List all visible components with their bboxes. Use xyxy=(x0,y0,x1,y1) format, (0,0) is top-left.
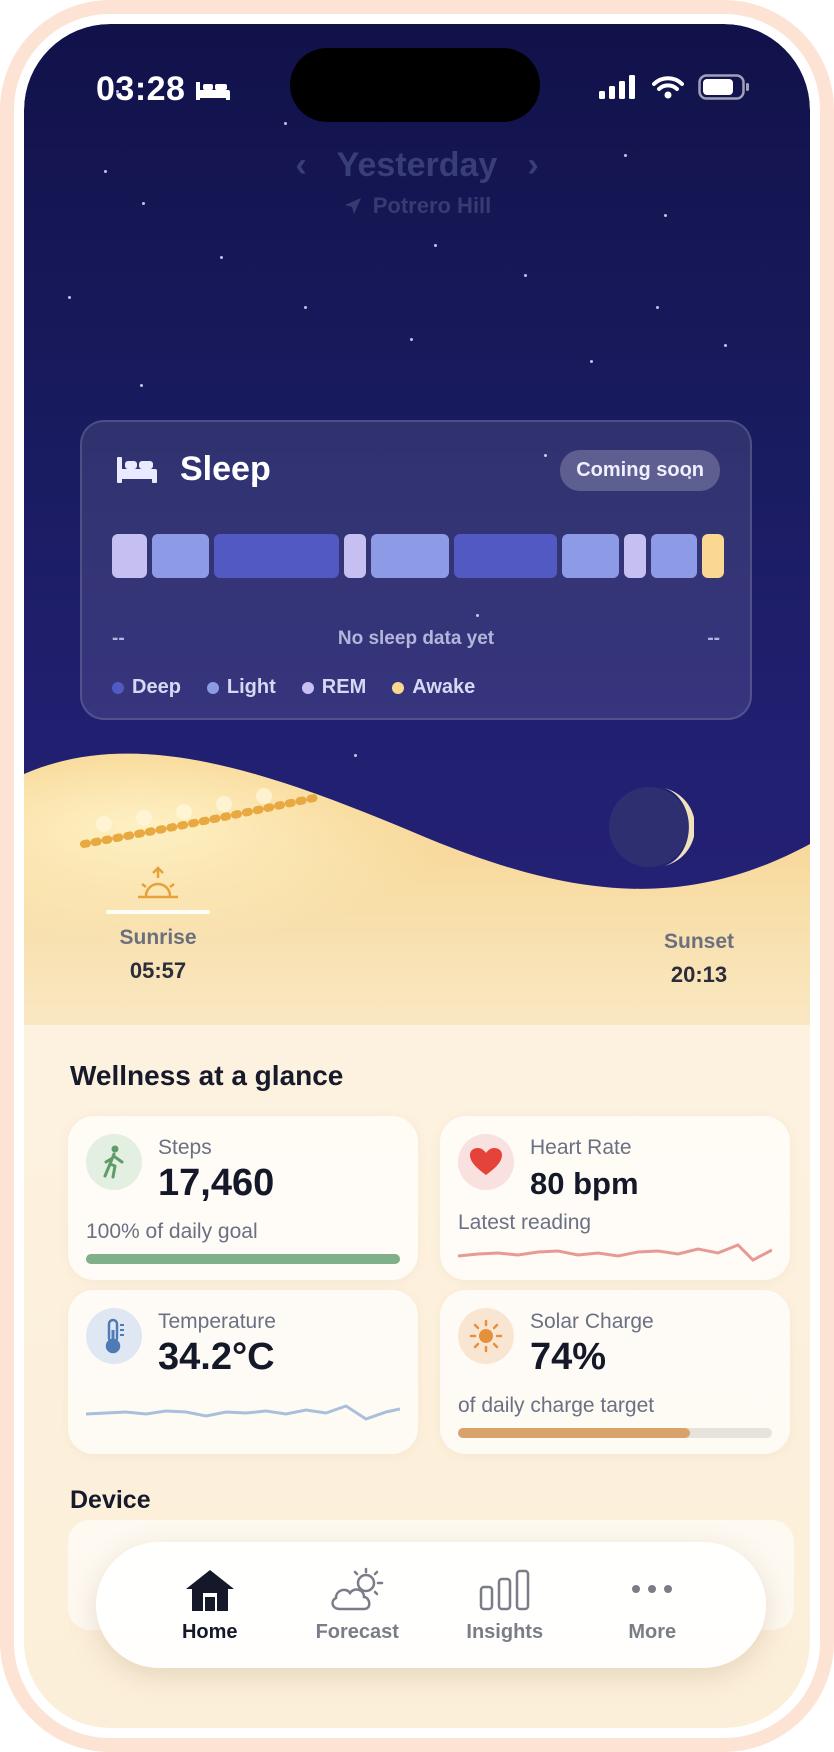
tab-home-label: Home xyxy=(181,1620,238,1643)
star xyxy=(68,296,71,299)
tab-forecast[interactable]: Forecast xyxy=(292,1567,422,1644)
bars-icon xyxy=(479,1569,529,1610)
walking-icon xyxy=(86,1134,142,1190)
bed-icon xyxy=(117,456,157,483)
bed-icon xyxy=(196,81,231,100)
sunrise-time: 05:57 xyxy=(129,958,187,983)
sunrise: Sunrise 05:57 xyxy=(102,864,214,984)
heart-rate-sub: Latest reading xyxy=(458,1211,592,1234)
solar-sub: of daily charge target xyxy=(458,1394,655,1417)
steps-value: 17,460 xyxy=(158,1162,275,1204)
heart-rate-sparkline xyxy=(458,1243,772,1262)
wellness-title: Wellness at a glance xyxy=(70,1060,344,1091)
sleep-stage-deep xyxy=(454,534,558,578)
dynamic-island xyxy=(290,48,540,122)
star xyxy=(220,256,223,259)
coming-soon-badge: Coming soon xyxy=(560,450,720,491)
temperature-label: Temperature xyxy=(158,1310,276,1333)
star xyxy=(524,274,527,277)
location-name: Potrero Hill xyxy=(372,193,492,218)
star xyxy=(434,244,437,247)
location-arrow-icon xyxy=(344,198,361,214)
status-icons xyxy=(598,74,750,100)
location[interactable]: Potrero Hill xyxy=(24,193,810,219)
tab-home[interactable]: Home xyxy=(145,1567,275,1644)
temperature-card[interactable]: Temperature 34.2°C xyxy=(68,1290,418,1454)
star xyxy=(656,306,659,309)
sunset: Sunset 20:13 xyxy=(644,930,754,988)
cloud-sun-icon xyxy=(331,1567,384,1610)
sunrise-icon xyxy=(138,866,178,899)
sleep-stage-bar xyxy=(112,534,724,578)
home-icon xyxy=(185,1569,234,1611)
tab-more[interactable]: More xyxy=(587,1567,717,1644)
tab-forecast-label: Forecast xyxy=(315,1620,399,1643)
next-day-button[interactable]: › xyxy=(527,146,538,185)
signal-icon xyxy=(599,75,635,99)
sleep-stage-light xyxy=(152,534,209,578)
more-icon xyxy=(632,1584,673,1593)
previous-day-button[interactable]: ‹ xyxy=(295,146,306,185)
sleep-start: -- xyxy=(112,628,125,649)
moon-icon xyxy=(609,787,694,867)
tab-bar: Home Forecast Insights More xyxy=(96,1542,766,1668)
screen: 03:28 ‹ Yesterday › Potrero Hill Sleep C… xyxy=(24,24,810,1728)
star xyxy=(140,384,143,387)
sleep-stage-rem xyxy=(343,534,366,578)
star xyxy=(304,306,307,309)
solar-label: Solar Charge xyxy=(530,1310,654,1333)
heart-rate-card[interactable]: Heart Rate 80 bpm Latest reading xyxy=(440,1116,790,1280)
star xyxy=(724,344,727,347)
solar-value: 74% xyxy=(530,1336,607,1378)
thermometer-icon xyxy=(86,1308,142,1364)
legend-deep: Deep xyxy=(112,676,181,699)
temperature-value: 34.2°C xyxy=(158,1336,275,1378)
sleep-stage-light xyxy=(562,534,620,578)
date-header: ‹ Yesterday › Potrero Hill xyxy=(24,146,810,219)
sleep-card[interactable]: Sleep Coming soon -- No sleep data yet -… xyxy=(80,420,752,720)
tab-insights-label: Insights xyxy=(466,1620,544,1643)
sleep-stage-rem xyxy=(112,534,148,578)
sleep-stage-rem xyxy=(624,534,647,578)
legend-rem: REM xyxy=(301,676,366,699)
sunset-time: 20:13 xyxy=(670,962,728,987)
sunset-label: Sunset xyxy=(663,930,734,953)
star xyxy=(410,338,413,341)
sleep-stage-awake xyxy=(702,534,724,578)
steps-goal-text: 100% of daily goal xyxy=(86,1220,258,1243)
sleep-stage-light xyxy=(651,534,698,578)
phone-frame: 03:28 ‹ Yesterday › Potrero Hill Sleep C… xyxy=(0,0,834,1752)
sleep-empty-message: No sleep data yet xyxy=(337,628,495,649)
legend-awake: Awake xyxy=(392,676,475,699)
solar-progress-bar xyxy=(458,1428,772,1438)
sleep-legend: Deep Light REM Awake xyxy=(112,676,475,699)
steps-progress-bar xyxy=(86,1254,400,1264)
date-title: Yesterday xyxy=(336,146,498,184)
wifi-icon xyxy=(652,76,684,99)
sunrise-arc xyxy=(80,788,318,848)
legend-light: Light xyxy=(206,676,276,699)
sun-icon xyxy=(458,1308,514,1364)
device-title: Device xyxy=(70,1486,151,1514)
star xyxy=(284,122,287,125)
steps-label: Steps xyxy=(158,1136,212,1159)
tab-insights[interactable]: Insights xyxy=(440,1567,570,1644)
temperature-sparkline xyxy=(86,1404,400,1421)
sleep-footer: -- No sleep data yet -- xyxy=(112,628,720,650)
battery-icon xyxy=(698,74,749,100)
status-time: 03:28 xyxy=(96,70,231,109)
heart-icon xyxy=(458,1134,514,1190)
steps-card[interactable]: Steps 17,460 100% of daily goal xyxy=(68,1116,418,1280)
sleep-end: -- xyxy=(707,628,720,649)
tab-more-label: More xyxy=(628,1620,677,1643)
heart-rate-value: 80 bpm xyxy=(530,1166,639,1201)
star xyxy=(590,360,593,363)
solar-charge-card[interactable]: Solar Charge 74% of daily charge target xyxy=(440,1290,790,1454)
sleep-title: Sleep xyxy=(180,450,271,488)
sleep-stage-deep xyxy=(213,534,339,578)
status-time-text: 03:28 xyxy=(96,70,186,108)
sleep-stage-light xyxy=(370,534,450,578)
sunrise-label: Sunrise xyxy=(119,926,197,949)
heart-rate-label: Heart Rate xyxy=(530,1136,632,1159)
